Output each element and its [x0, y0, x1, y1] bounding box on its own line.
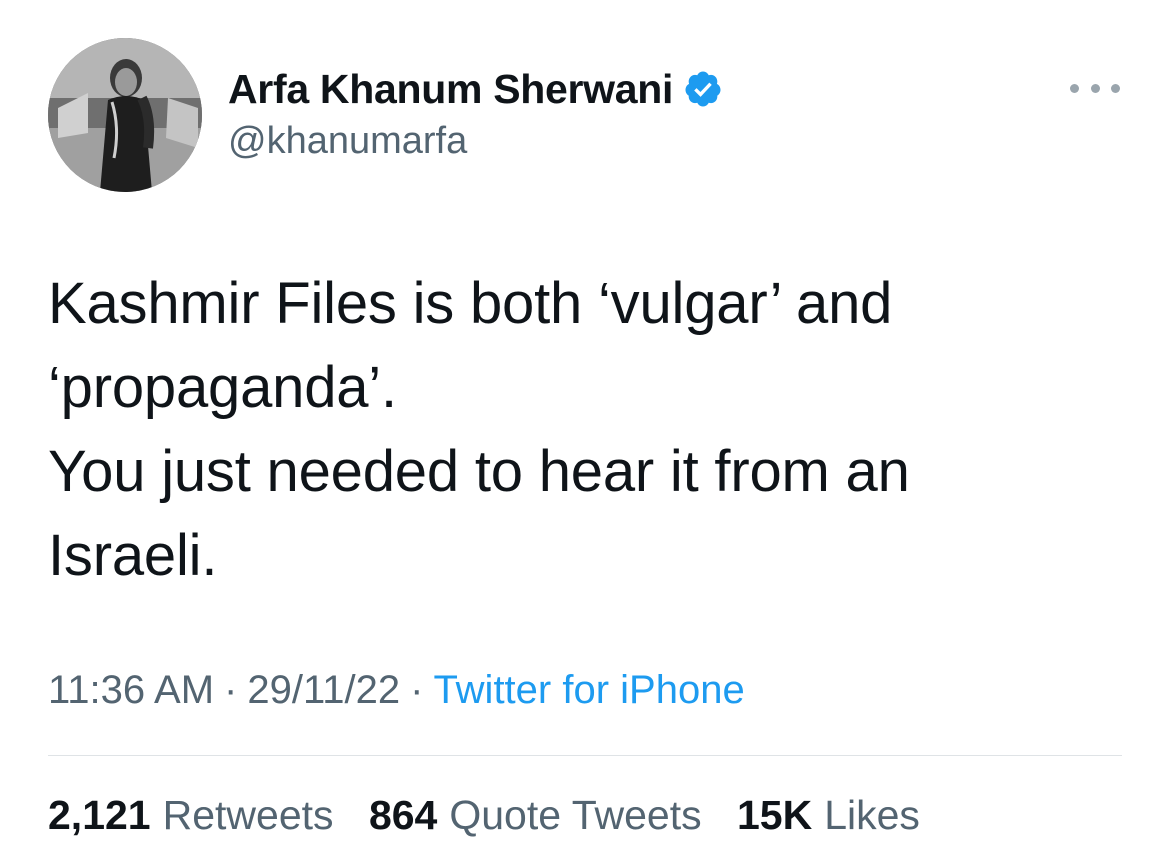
display-name[interactable]: Arfa Khanum Sherwani — [228, 66, 673, 113]
avatar[interactable] — [48, 38, 202, 192]
likes-stat[interactable]: 15K Likes — [737, 792, 920, 839]
retweets-count: 2,121 — [48, 792, 151, 838]
quote-tweets-stat[interactable]: 864 Quote Tweets — [369, 792, 702, 839]
verified-badge-icon — [683, 69, 723, 109]
display-name-row: Arfa Khanum Sherwani — [228, 64, 723, 114]
tweet-date[interactable]: 29/11/22 — [247, 668, 400, 712]
divider — [48, 755, 1122, 756]
tweet-text: Kashmir Files is both ‘vulgar’ and ‘prop… — [48, 271, 910, 588]
separator: · — [410, 668, 424, 712]
user-handle[interactable]: @khanumarfa — [228, 120, 467, 163]
quote-tweets-label: Quote Tweets — [449, 792, 702, 838]
separator: · — [224, 668, 238, 712]
likes-label: Likes — [824, 792, 920, 838]
tweet-time[interactable]: 11:36 AM — [48, 668, 214, 712]
likes-count: 15K — [737, 792, 813, 838]
more-dot — [1090, 83, 1100, 93]
tweet-stats: 2,121 Retweets 864 Quote Tweets 15K Likes — [48, 792, 944, 839]
retweets-label: Retweets — [162, 792, 334, 838]
tweet-metadata: 11:36 AM · 29/11/22 · Twitter for iPhone — [48, 668, 745, 713]
more-dot — [1111, 83, 1120, 93]
more-dot — [1070, 83, 1079, 93]
tweet-source-link[interactable]: Twitter for iPhone — [433, 668, 744, 712]
quote-tweets-count: 864 — [368, 792, 438, 838]
more-options-icon[interactable] — [1070, 76, 1120, 100]
avatar-photo — [48, 38, 202, 192]
retweets-stat[interactable]: 2,121 Retweets — [48, 792, 334, 839]
